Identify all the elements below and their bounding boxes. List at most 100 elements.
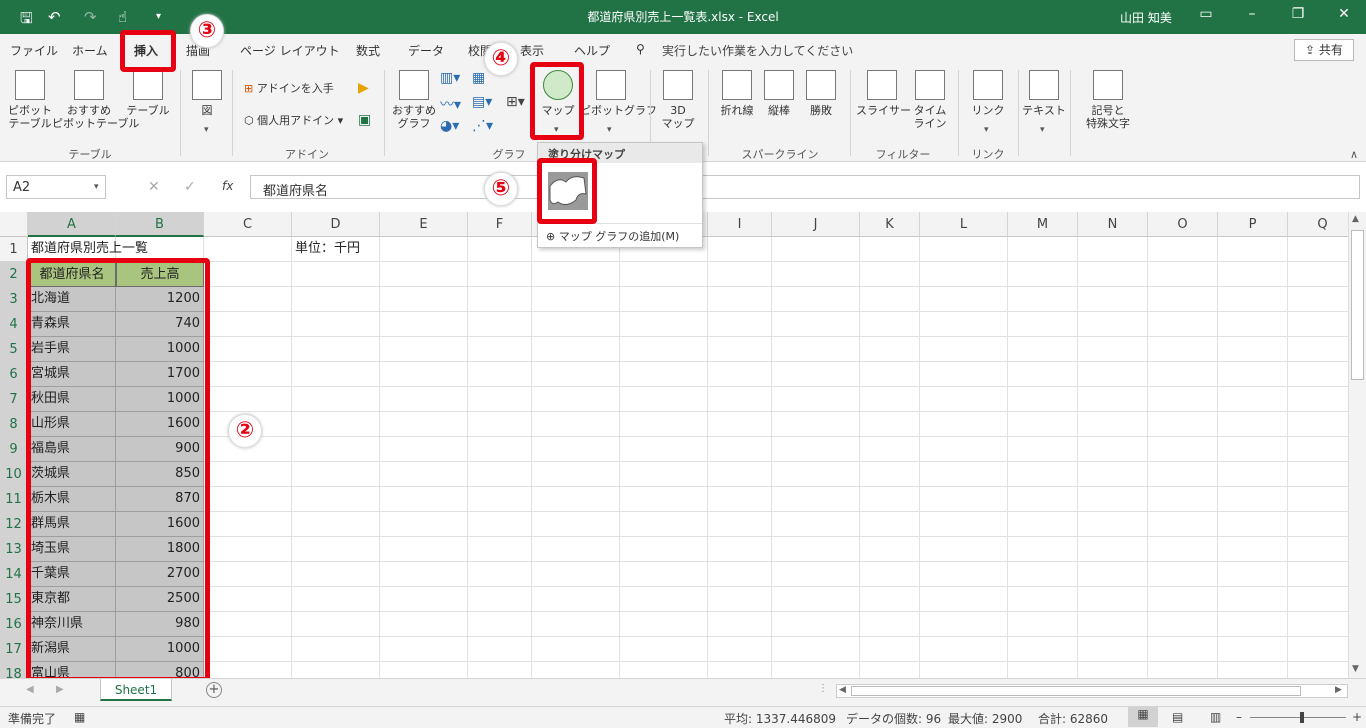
grid-cell[interactable]	[468, 662, 532, 678]
grid-cell[interactable]	[292, 287, 380, 312]
grid-cell[interactable]	[860, 637, 920, 662]
grid-cell[interactable]	[532, 337, 620, 362]
grid-cell[interactable]	[532, 637, 620, 662]
grid-cell[interactable]	[1008, 587, 1078, 612]
grid-cell[interactable]	[1078, 537, 1148, 562]
grid-cell[interactable]	[772, 562, 860, 587]
grid-cell[interactable]	[860, 587, 920, 612]
grid-cell[interactable]	[380, 337, 468, 362]
grid-cell[interactable]	[708, 462, 772, 487]
grid-cell[interactable]	[1078, 487, 1148, 512]
grid-cell[interactable]	[1008, 562, 1078, 587]
vertical-scrollbar[interactable]: ▲ ▼	[1348, 212, 1366, 678]
grid-cell[interactable]	[292, 562, 380, 587]
grid-cell[interactable]	[532, 512, 620, 537]
select-all-corner[interactable]	[0, 212, 28, 237]
grid-cell[interactable]	[292, 612, 380, 637]
grid-cell[interactable]	[708, 287, 772, 312]
grid-cell[interactable]	[204, 462, 292, 487]
grid-cell[interactable]	[708, 562, 772, 587]
combo-chart-icon[interactable]: ⊞▾	[506, 94, 525, 110]
grid-cell[interactable]	[620, 562, 708, 587]
grid-cell[interactable]	[1148, 512, 1218, 537]
grid-cell[interactable]	[1218, 562, 1288, 587]
grid-cell[interactable]	[468, 387, 532, 412]
text-button[interactable]: テキスト ▾	[1022, 70, 1066, 135]
grid-cell[interactable]	[1218, 337, 1288, 362]
grid-cell[interactable]	[1218, 412, 1288, 437]
grid-cell[interactable]	[1008, 262, 1078, 287]
grid-cell[interactable]	[532, 362, 620, 387]
grid-cell[interactable]	[1078, 237, 1148, 262]
grid-cell[interactable]	[1218, 612, 1288, 637]
grid-cell[interactable]	[708, 387, 772, 412]
grid-cell[interactable]	[1148, 587, 1218, 612]
grid-cell[interactable]	[1288, 487, 1348, 512]
row-header[interactable]: 7	[0, 387, 28, 412]
grid-cell[interactable]	[1288, 537, 1348, 562]
grid-cell[interactable]	[468, 237, 532, 262]
stat-chart-icon[interactable]: ▤▾	[472, 94, 492, 110]
row-header[interactable]: 15	[0, 587, 28, 612]
row-header[interactable]: 3	[0, 287, 28, 312]
grid-cell[interactable]	[1008, 412, 1078, 437]
my-addins-button[interactable]: ⬡ 個人用アドイン ▾	[244, 112, 343, 128]
grid-cell[interactable]	[1288, 362, 1348, 387]
grid-cell[interactable]	[860, 262, 920, 287]
grid-cell[interactable]	[380, 437, 468, 462]
grid-cell[interactable]	[860, 437, 920, 462]
row-header[interactable]: 9	[0, 437, 28, 462]
grid-cell[interactable]	[468, 512, 532, 537]
grid-cell[interactable]	[860, 412, 920, 437]
grid-cell[interactable]	[1148, 562, 1218, 587]
minimize-icon[interactable]: –	[1238, 6, 1266, 22]
hierarchy-chart-icon[interactable]: ▦	[472, 70, 485, 86]
grid-cell[interactable]	[1148, 237, 1218, 262]
grid-cell[interactable]	[920, 312, 1008, 337]
grid-cell[interactable]	[380, 462, 468, 487]
grid-cell[interactable]	[708, 637, 772, 662]
tab-page-layout[interactable]: ページ レイアウト	[240, 42, 340, 59]
grid-cell[interactable]	[380, 312, 468, 337]
ribbon-display-icon[interactable]: ▭	[1192, 6, 1220, 22]
row-header[interactable]: 6	[0, 362, 28, 387]
grid-cell[interactable]	[380, 387, 468, 412]
grid-cell[interactable]	[204, 362, 292, 387]
horizontal-scrollbar[interactable]: ◀ ▶	[836, 684, 1348, 698]
grid-cell[interactable]	[620, 512, 708, 537]
user-name[interactable]: 山田 知美	[1120, 9, 1172, 26]
grid-cell[interactable]	[772, 612, 860, 637]
grid-cell[interactable]	[620, 462, 708, 487]
normal-view-icon[interactable]: ▦	[1128, 707, 1158, 727]
grid-cell[interactable]	[860, 562, 920, 587]
grid-cell[interactable]	[860, 337, 920, 362]
grid-cell[interactable]	[860, 462, 920, 487]
grid-cell[interactable]	[380, 362, 468, 387]
grid-cell[interactable]	[708, 312, 772, 337]
grid-cell[interactable]	[292, 262, 380, 287]
column-chart-icon[interactable]: ▥▾	[440, 70, 460, 86]
grid-cell[interactable]	[292, 387, 380, 412]
grid-cell[interactable]	[532, 287, 620, 312]
grid-cell[interactable]	[468, 587, 532, 612]
grid-cell[interactable]	[468, 637, 532, 662]
grid-cell[interactable]	[772, 362, 860, 387]
grid-cell[interactable]	[1008, 362, 1078, 387]
grid-cell[interactable]	[1288, 412, 1348, 437]
grid-cell[interactable]	[1148, 537, 1218, 562]
grid-cell[interactable]	[620, 487, 708, 512]
grid-cell[interactable]	[772, 512, 860, 537]
grid-cell[interactable]	[204, 562, 292, 587]
grid-cell[interactable]	[1078, 587, 1148, 612]
grid-cell[interactable]	[620, 312, 708, 337]
grid-cell[interactable]	[468, 362, 532, 387]
slicer-button[interactable]: スライサー	[856, 70, 911, 117]
grid-cell[interactable]	[1008, 237, 1078, 262]
grid-cell[interactable]	[292, 312, 380, 337]
grid-cell[interactable]	[204, 587, 292, 612]
scroll-left-icon[interactable]: ◀	[839, 685, 846, 695]
grid-cell[interactable]	[468, 262, 532, 287]
grid-cell[interactable]	[1288, 587, 1348, 612]
grid-cell[interactable]	[468, 412, 532, 437]
grid-cell[interactable]	[1288, 637, 1348, 662]
